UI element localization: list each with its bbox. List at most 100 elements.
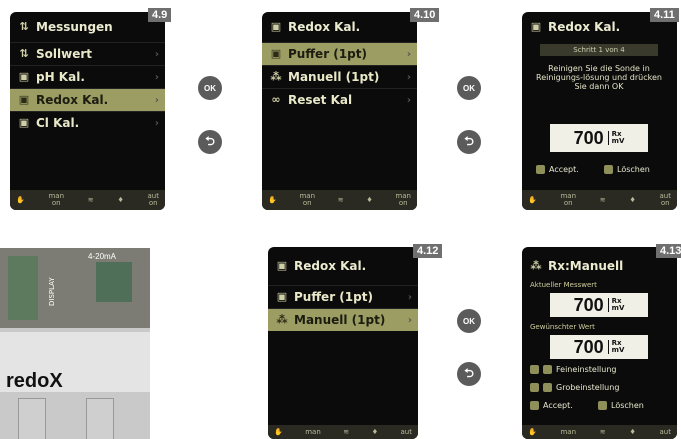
up-key-icon [530, 383, 539, 392]
chevron-right-icon: › [406, 71, 411, 83]
hand-icon: ✋ [528, 195, 537, 204]
menu-item-reset[interactable]: ∞ Reset Kal › [262, 88, 417, 111]
chevron-right-icon: › [406, 48, 411, 60]
mode-man: man on [48, 192, 65, 207]
chevron-right-icon: › [406, 94, 411, 106]
hand-icon: ✋ [268, 195, 277, 204]
screen-title: ⇅ Messungen [10, 12, 165, 42]
item-label: Puffer (1pt) [288, 47, 367, 61]
setpoint-icon: ⇅ [19, 47, 29, 60]
menu-item-sollwert[interactable]: ⇅ Sollwert › [10, 42, 165, 65]
calibration-icon: ▣ [18, 116, 30, 129]
minus-key-icon [530, 365, 539, 374]
connector-terminals [8, 256, 38, 320]
bulb-icon: ♦ [629, 195, 636, 204]
back-button[interactable]: ⮌ [198, 130, 222, 154]
calibration-icon: ▣ [270, 20, 282, 33]
back-button[interactable]: ⮌ [457, 130, 481, 154]
value-number: 700 [573, 294, 604, 315]
display-label: DISPLAY [48, 277, 56, 306]
screen-title: ▣ Redox Kal. [268, 247, 418, 281]
item-label: Redox Kal. [36, 93, 109, 107]
menu-item-ph-kal[interactable]: ▣ pH Kal. › [10, 65, 165, 88]
item-label: Manuell (1pt) [288, 70, 380, 84]
menu-item-puffer[interactable]: ▣ Puffer (1pt) › [268, 285, 418, 308]
item-label: Cl Kal. [36, 116, 80, 130]
step-tag: 4.9 [148, 8, 172, 22]
step-tag: 4.11 [650, 8, 679, 22]
mode-man: man [560, 427, 577, 436]
title-text: Messungen [36, 20, 113, 34]
mode-man: man [305, 427, 321, 436]
mode-man: man on [560, 192, 577, 207]
value-display: 700 Rx mV [550, 124, 648, 152]
connector-terminals-2 [96, 262, 132, 302]
menu-item-redox-kal[interactable]: ▣ Redox Kal. › [10, 88, 165, 111]
coarse-label: Grobeinstellung [556, 383, 620, 392]
hand-icon: ✋ [16, 195, 25, 204]
bulb-icon: ♦ [629, 427, 636, 436]
mode-man-right: man on [395, 192, 411, 207]
unit-bottom: mV [611, 304, 625, 312]
value-unit: Rx mV [607, 298, 625, 312]
bulb-icon: ♦ [366, 195, 373, 204]
delete-action[interactable]: Löschen [604, 165, 650, 174]
device-photo: 4-20mA DISPLAY redoX [0, 248, 150, 439]
mode-aut: aut [400, 427, 412, 436]
bulb-icon: ♦ [371, 427, 378, 436]
delete-action[interactable]: Löschen [598, 401, 644, 410]
item-label: pH Kal. [36, 70, 85, 84]
ok-button[interactable]: OK [457, 309, 481, 333]
instruction-message: Reinigen Sie die Sonde in Reinigungs-lös… [536, 64, 662, 91]
calibration-icon: ▣ [18, 93, 30, 106]
screen-redox-kal: ▣ Redox Kal. ▣ Puffer (1pt) › ⁂ Manuell … [262, 12, 417, 210]
current-value-label: Aktueller Messwert [530, 281, 597, 289]
ok-button[interactable]: OK [198, 76, 222, 100]
accept-label: Accept. [549, 165, 579, 174]
step-tag: 4.12 [413, 244, 443, 258]
chevron-right-icon: › [154, 117, 159, 129]
back-key-icon [598, 401, 607, 410]
module-label: redoX [6, 370, 63, 392]
status-footer: ✋ man on ≋ ♦ aut on [522, 190, 677, 210]
manual-icon: ⁂ [276, 313, 288, 326]
ok-button[interactable]: OK [457, 76, 481, 100]
screen-measurements: ⇅ Messungen ⇅ Sollwert › ▣ pH Kal. › ▣ R… [10, 12, 165, 210]
menu-item-puffer[interactable]: ▣ Puffer (1pt) › [262, 42, 417, 65]
item-label: Puffer (1pt) [294, 290, 373, 304]
title-text: Rx:Manuell [548, 259, 624, 273]
mode-man: man on [299, 192, 316, 207]
step-indicator: Schritt 1 von 4 [540, 44, 658, 56]
signal-icon: ≋ [337, 195, 344, 204]
mode-aut: aut [659, 427, 671, 436]
signal-icon: ≋ [87, 195, 94, 204]
back-button[interactable]: ⮌ [457, 362, 481, 386]
menu-item-manuell[interactable]: ⁂ Manuell (1pt) › [262, 65, 417, 88]
title-text: Redox Kal. [548, 20, 621, 34]
delete-label: Löschen [617, 165, 650, 174]
menu-item-manuell[interactable]: ⁂ Manuell (1pt) › [268, 308, 418, 331]
screen-redox-step: ▣ Redox Kal. Schritt 1 von 4 Reinigen Si… [522, 12, 677, 210]
calibration-icon: ▣ [18, 70, 30, 83]
mode-aut: aut on [659, 192, 671, 207]
buffer-icon: ▣ [270, 47, 282, 60]
down-key-icon [543, 383, 552, 392]
menu-item-cl-kal[interactable]: ▣ Cl Kal. › [10, 111, 165, 134]
ok-key-icon [530, 401, 539, 410]
desired-value-input[interactable]: 700 Rx mV [550, 335, 648, 359]
signal-icon: ≋ [599, 195, 606, 204]
accept-action[interactable]: Accept. [530, 401, 573, 410]
step-tag: 4.10 [410, 8, 440, 22]
delete-label: Löschen [611, 401, 644, 410]
bnc-connector-left [18, 398, 46, 439]
signal-icon: ≋ [599, 427, 606, 436]
item-label: Sollwert [36, 47, 92, 61]
ok-key-icon [536, 165, 545, 174]
accept-label: Accept. [543, 401, 573, 410]
status-footer: ✋ man ≋ ♦ aut [522, 425, 677, 439]
hand-icon: ✋ [528, 427, 537, 436]
screen-redox-manual-select: ▣ Redox Kal. ▣ Puffer (1pt) › ⁂ Manuell … [268, 247, 418, 439]
accept-action[interactable]: Accept. [536, 165, 579, 174]
unit-bottom: mV [611, 137, 625, 145]
unit-bottom: mV [611, 346, 625, 354]
